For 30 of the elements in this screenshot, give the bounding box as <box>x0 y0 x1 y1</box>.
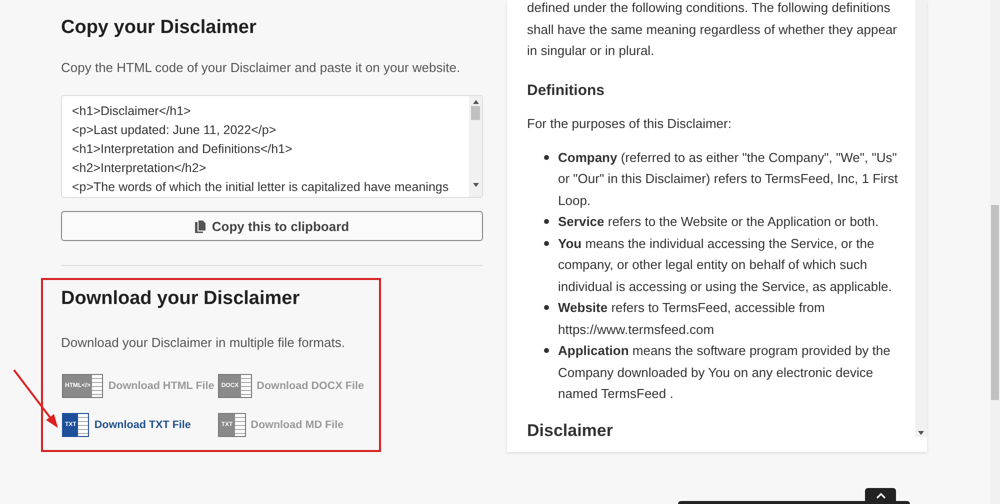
scrollbar[interactable] <box>915 0 927 437</box>
scroll-thumb[interactable] <box>471 106 480 120</box>
scrollbar[interactable] <box>469 96 482 197</box>
preview-heading: Disclaimer <box>527 420 614 437</box>
copy-button[interactable]: Copy this to clipboard <box>61 211 483 241</box>
scroll-down-icon[interactable] <box>918 431 924 435</box>
scroll-thumb[interactable] <box>991 205 999 400</box>
preview-heading: Definitions <box>527 80 606 100</box>
definition-item: Service refers to the Website or the Application or both. <box>558 213 880 231</box>
section-title: Copy your Disclaimer <box>61 17 258 39</box>
scroll-down-icon[interactable] <box>472 183 478 187</box>
caret-icon <box>876 493 886 499</box>
section-description: Copy the HTML code of your Disclaimer and paste it on your website. <box>61 60 462 75</box>
section-title: Download your Disclaimer <box>61 288 301 310</box>
section-description: Download your Disclaimer in multiple file formats. <box>61 335 346 350</box>
definition-item: You means the individual accessing the Service, or the company, or other legal entity on behalf of which such individual is accessing or using the Service, as applicable. <box>558 234 893 296</box>
copy-icon <box>194 220 206 232</box>
paragraph: For the purposes of this Disclaimer: <box>527 115 732 133</box>
scroll-top-button[interactable] <box>865 488 896 504</box>
bullet-icon <box>544 240 549 246</box>
paragraph: defined under the following conditions. The following definitions shall have the same meaning regardless of whether they appear in singular or in plural. <box>527 0 898 60</box>
code-textarea[interactable]: <h1>Disclaimer</h1> <p>Last updated: June 11, 2022</p> <h1>Interpretation and Definitions</h1> <h2>Interpretation</h2> <p>The words of which the initial letter is capitalized have meanings <box>61 95 483 198</box>
bullet-icon <box>544 348 549 353</box>
bullet-icon <box>544 305 549 310</box>
bullet-icon <box>544 154 549 160</box>
definition-item: Company (referred to as either "the Company", "We", "Us" or "Our" in this Disclaimer) refers to TermsFeed, Inc, 1 First Loop. <box>558 148 899 210</box>
definition-item: Application means the software program provided by the Company downloaded by You on any electronic device named TermsFeed . <box>558 342 892 403</box>
scroll-up-icon[interactable] <box>472 100 478 104</box>
bullet-icon <box>544 219 549 224</box>
page-scrollbar[interactable] <box>990 0 1000 504</box>
